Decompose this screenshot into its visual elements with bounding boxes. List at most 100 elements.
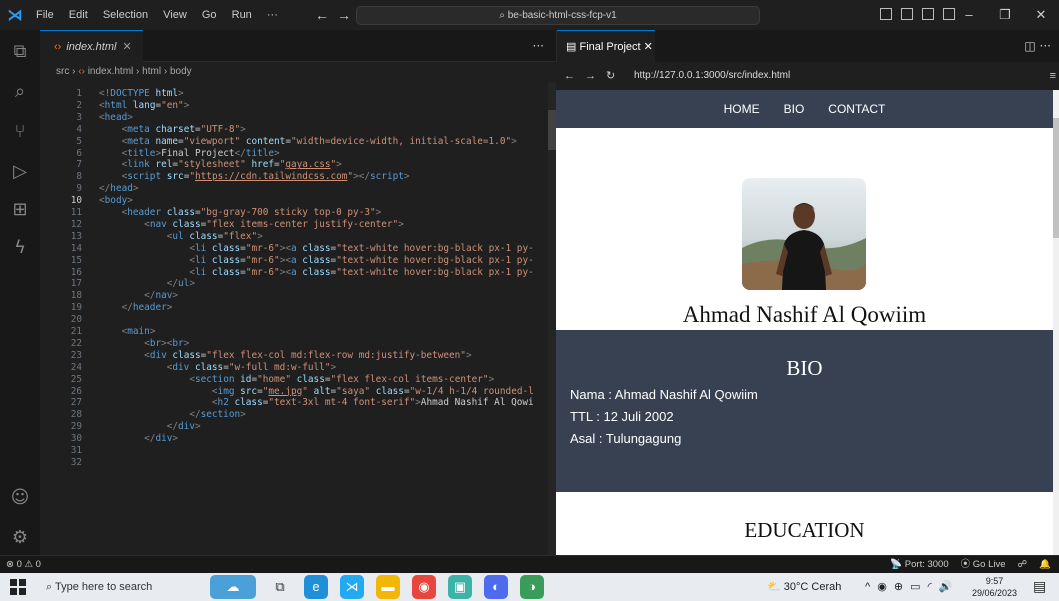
close-window-icon[interactable]: ✕ xyxy=(1023,0,1059,30)
breadcrumb-file[interactable]: index.html xyxy=(88,66,134,77)
line-content: <ul class="flex"> xyxy=(166,230,263,242)
more-actions-icon[interactable]: ··· xyxy=(533,30,544,62)
profile-photo xyxy=(742,178,866,290)
nav-contact-link[interactable]: CONTACT xyxy=(828,102,885,116)
menu-more[interactable]: ··· xyxy=(267,9,278,21)
toggle-sidebar-icon[interactable] xyxy=(880,8,892,20)
notification-icon[interactable]: ▤ xyxy=(1033,578,1046,595)
restore-icon[interactable]: ❐ xyxy=(987,0,1023,30)
line-number: 26 xyxy=(70,385,82,397)
go-live-button[interactable]: ⦿ Go Live xyxy=(961,556,1006,574)
explorer-icon[interactable]: ⧉ xyxy=(8,40,32,64)
line-number: 7 xyxy=(76,159,82,171)
line-content: </head> xyxy=(99,183,139,195)
extensions-icon[interactable]: ⊞ xyxy=(8,198,32,222)
menu-edit[interactable]: Edit xyxy=(69,9,88,21)
feedback-icon[interactable]: ☍ xyxy=(1018,556,1028,574)
bell-icon[interactable]: 🔔 xyxy=(1039,556,1051,574)
source-control-icon[interactable]: ⑂ xyxy=(8,120,32,144)
breadcrumb-body[interactable]: body xyxy=(170,66,192,77)
line-content: <li class="mr-6"><a class="text-white ho… xyxy=(189,266,534,278)
layout-controls xyxy=(880,8,955,20)
name-heading: Ahmad Nashif Al Qowiim xyxy=(682,302,927,327)
browser-back-icon[interactable]: ← xyxy=(564,70,585,82)
breadcrumb-src[interactable]: src xyxy=(56,66,69,77)
windows-start-icon[interactable] xyxy=(10,579,26,595)
app-icon[interactable]: ▣ xyxy=(448,575,472,599)
line-number: 18 xyxy=(70,290,82,302)
status-right: 📡 Port: 3000 ⦿ Go Live ☍ 🔔 xyxy=(890,556,1051,574)
line-number: 20 xyxy=(70,314,82,326)
bio-asal: Asal : Tulungagung xyxy=(570,431,682,446)
line-content: <li class="mr-6"><a class="text-white ho… xyxy=(189,242,534,254)
tab-label: index.html xyxy=(66,41,117,53)
app-icon-2[interactable]: ◐ xyxy=(484,575,508,599)
close-tab-icon[interactable]: ✕ xyxy=(122,41,131,53)
line-content: <html lang="en"> xyxy=(99,99,190,111)
browser-nav: ←→↻ xyxy=(564,62,625,90)
line-number: 30 xyxy=(70,433,82,445)
news-widget-icon[interactable]: ☁ xyxy=(210,575,256,599)
problems-indicator[interactable]: ⊗ 0 ⚠ 0 xyxy=(6,556,41,574)
menu-file[interactable]: File xyxy=(36,9,54,21)
toggle-panel-icon[interactable] xyxy=(901,8,913,20)
breadcrumb-html[interactable]: html xyxy=(142,66,161,77)
line-content: <head> xyxy=(99,111,133,123)
taskbar-search[interactable]: ⌕ Type here to search xyxy=(46,573,206,601)
chrome-icon[interactable]: ◉ xyxy=(412,575,436,599)
file-explorer-icon[interactable]: ▬ xyxy=(376,575,400,599)
status-bar: ⊗ 0 ⚠ 0 📡 Port: 3000 ⦿ Go Live ☍ 🔔 xyxy=(0,555,1059,573)
run-debug-icon[interactable]: ▷ xyxy=(8,160,32,184)
search-icon[interactable]: ⌕ xyxy=(8,80,32,104)
line-number: 17 xyxy=(70,278,82,290)
windows-taskbar: ⌕ Type here to search ☁ ⧉ e ⋊ ▬ ◉ ▣ ◐ ◑ … xyxy=(0,573,1059,601)
browser-forward-icon[interactable]: → xyxy=(585,70,606,82)
preview-scrollbar-thumb[interactable] xyxy=(1053,118,1059,238)
hamburger-menu-icon[interactable]: ≡ xyxy=(1050,62,1056,90)
task-view-icon[interactable]: ⧉ xyxy=(268,575,292,599)
editor-scrollbar[interactable] xyxy=(548,82,556,555)
command-center[interactable]: ⌕ be-basic-html-css-fcp-v1 xyxy=(356,6,760,25)
split-editor-icon[interactable]: ◫ ··· xyxy=(1024,30,1051,62)
line-number: 27 xyxy=(70,397,82,409)
line-content: </ul> xyxy=(166,278,195,290)
back-arrow-icon[interactable]: ← xyxy=(315,7,337,23)
title-bar: ⋊ File Edit Selection View Go Run ··· ←→… xyxy=(0,0,1059,30)
app-icon-3[interactable]: ◑ xyxy=(520,575,544,599)
vscode-taskbar-icon[interactable]: ⋊ xyxy=(340,575,364,599)
history-nav[interactable]: ←→ xyxy=(315,7,359,23)
line-number: 28 xyxy=(70,409,82,421)
weather-widget[interactable]: ⛅ 30°C Cerah xyxy=(767,573,841,601)
education-title: EDUCATION xyxy=(744,518,865,542)
url-field[interactable]: http://127.0.0.1:3000/src/index.html xyxy=(634,62,790,90)
line-content: <meta name="viewport" content="width=dev… xyxy=(121,135,517,147)
menu-run[interactable]: Run xyxy=(232,9,252,21)
line-content: </section> xyxy=(189,409,246,421)
code-editor[interactable]: 1 <!DOCTYPE html> 2 <html lang="en"> 3 <head>… xyxy=(40,82,556,555)
clock[interactable]: 9:57 29/06/2023 xyxy=(972,575,1017,599)
nav-home-link[interactable]: HOME xyxy=(724,102,760,116)
system-tray[interactable]: ^ ◉ ⊕ ▭ ◜ 🔊 xyxy=(865,573,955,601)
menu-selection[interactable]: Selection xyxy=(103,9,148,21)
close-preview-tab-icon[interactable]: ✕ xyxy=(644,41,653,53)
preview-scrollbar[interactable] xyxy=(1053,90,1059,555)
tab-final-project[interactable]: ▤ Final Project ✕ xyxy=(557,30,655,62)
port-indicator[interactable]: 📡 Port: 3000 xyxy=(890,556,948,574)
minimize-icon[interactable]: – xyxy=(951,0,987,30)
gear-icon[interactable]: ⚙ xyxy=(8,526,32,550)
reload-icon[interactable]: ↻ xyxy=(606,70,625,82)
edge-icon[interactable]: e xyxy=(304,575,328,599)
menu-go[interactable]: Go xyxy=(202,9,217,21)
line-number: 8 xyxy=(76,171,82,183)
account-icon[interactable]: ☺ xyxy=(8,486,32,510)
line-number: 14 xyxy=(70,242,82,254)
line-content: <nav class="flex items-center justify-ce… xyxy=(144,218,404,230)
menu-view[interactable]: View xyxy=(163,9,187,21)
editor-scrollbar-thumb[interactable] xyxy=(548,110,556,150)
nav-bio-link[interactable]: BIO xyxy=(784,102,805,116)
tab-index-html[interactable]: ‹› index.html ✕ xyxy=(40,30,143,62)
line-number: 13 xyxy=(70,230,82,242)
bio-section: BIO Nama : Ahmad Nashif Al Qowiim TTL : … xyxy=(556,330,1053,492)
lightning-icon[interactable]: ϟ xyxy=(8,236,32,260)
toggle-secondary-sidebar-icon[interactable] xyxy=(922,8,934,20)
